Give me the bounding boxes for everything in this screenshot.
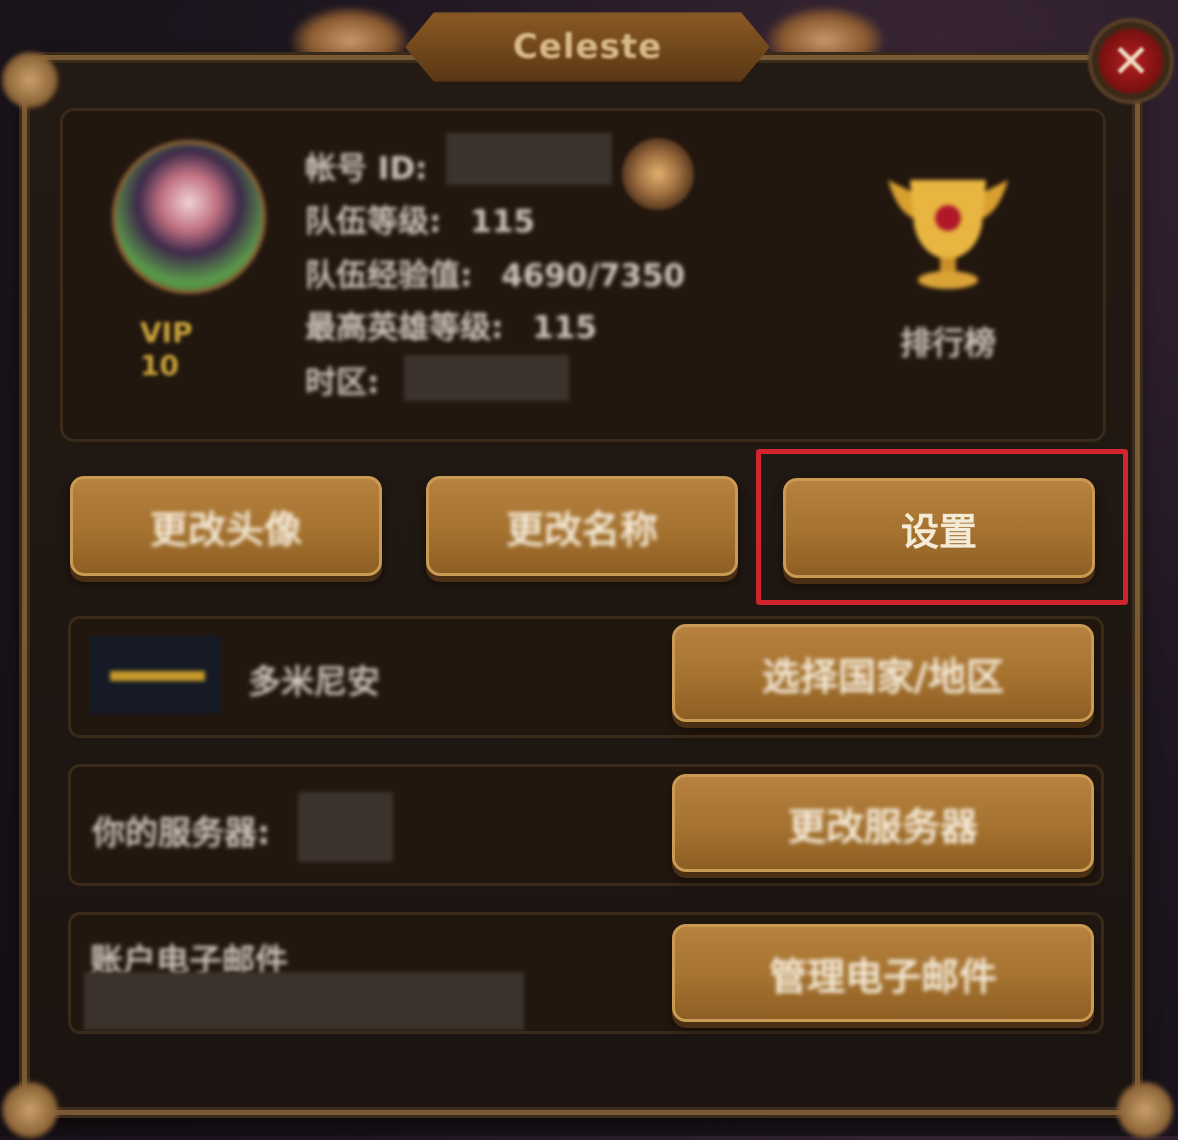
corner-ornament-bottom-right — [1115, 1080, 1175, 1140]
corner-ornament-bottom-left — [0, 1080, 60, 1140]
manage-email-label: 管理电子邮件 — [768, 954, 997, 999]
close-button[interactable]: ✕ — [1088, 18, 1174, 104]
select-country-button[interactable]: 选择国家/地区 — [672, 624, 1094, 722]
team-level-label: 队伍等级: — [305, 204, 442, 240]
avatar[interactable] — [112, 140, 266, 294]
change-avatar-label: 更改头像 — [149, 507, 302, 552]
change-server-button[interactable]: 更改服务器 — [672, 774, 1094, 872]
account-id-label: 帐号 ID: — [305, 151, 428, 187]
max-hero-level-label: 最高英雄等级: — [305, 310, 504, 346]
vip-badge: VIP 10 — [140, 316, 193, 382]
timezone-label: 时区: — [305, 365, 380, 401]
email-value-redacted — [84, 972, 524, 1030]
team-level-row: 队伍等级: 115 — [305, 196, 535, 241]
select-country-label: 选择国家/地区 — [762, 654, 1004, 699]
manage-email-button[interactable]: 管理电子邮件 — [672, 924, 1094, 1022]
team-exp-row: 队伍经验值: 4690/7350 — [305, 250, 685, 295]
settings-highlight-box — [756, 449, 1128, 605]
change-name-label: 更改名称 — [505, 507, 658, 552]
flag-emblem — [110, 671, 205, 681]
corner-ornament-top-left — [0, 50, 60, 110]
change-avatar-button[interactable]: 更改头像 — [70, 476, 382, 576]
server-label: 你的服务器: — [92, 813, 271, 852]
leaderboard-label[interactable]: 排行榜 — [893, 318, 1003, 364]
change-name-button[interactable]: 更改名称 — [426, 476, 738, 576]
change-server-label: 更改服务器 — [787, 804, 978, 849]
team-exp-label: 队伍经验值: — [305, 258, 473, 294]
timezone-value-redacted — [404, 355, 569, 401]
trophy-icon[interactable] — [878, 160, 1018, 300]
max-hero-level-row: 最高英雄等级: 115 — [305, 302, 597, 347]
server-value-redacted — [298, 792, 393, 862]
account-id-value-redacted — [446, 133, 612, 185]
copy-id-button[interactable] — [622, 138, 694, 210]
team-level-value: 115 — [470, 204, 535, 240]
team-exp-value: 4690/7350 — [501, 258, 686, 294]
close-icon: ✕ — [1111, 34, 1151, 88]
max-hero-level-value: 115 — [532, 310, 597, 346]
window-title: Celeste — [405, 12, 770, 82]
country-name: 多米尼安 — [248, 662, 380, 701]
